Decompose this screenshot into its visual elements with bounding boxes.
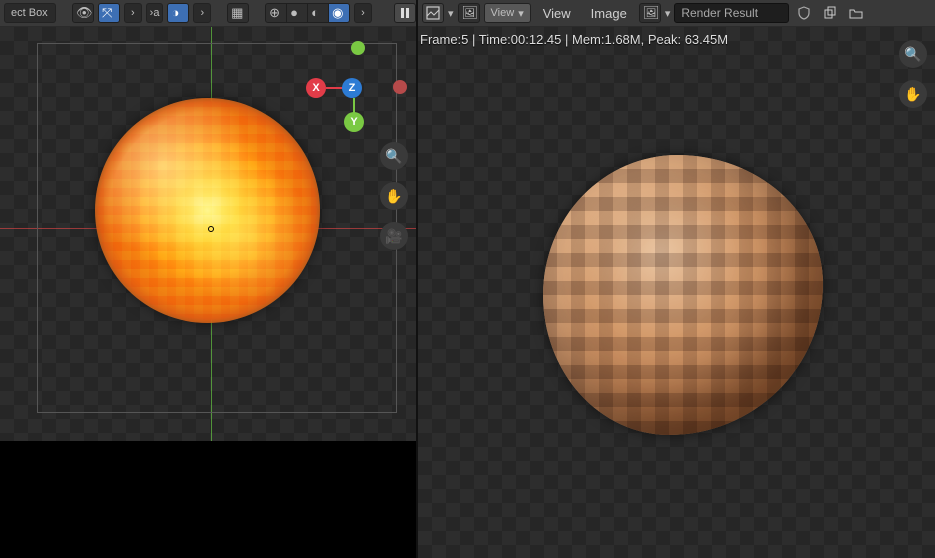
- pan-icon[interactable]: ✋: [899, 80, 927, 108]
- render-info-overlay: Frame:5 | Time:00:12.45 | Mem:1.68M, Pea…: [420, 32, 728, 47]
- browse-image-icon[interactable]: 🖼: [458, 3, 480, 23]
- overlay-chevron[interactable]: ›: [124, 3, 142, 23]
- xray-icon[interactable]: ▦: [227, 3, 249, 23]
- select-mode-dropdown[interactable]: ect Box: [4, 3, 56, 23]
- shading-options-chevron[interactable]: ›: [354, 3, 372, 23]
- menu-view[interactable]: View: [535, 6, 579, 21]
- shading-matprev-icon[interactable]: ◐: [307, 3, 329, 23]
- gizmo-x-axis[interactable]: X: [306, 78, 326, 98]
- gizmo-z-axis[interactable]: Z: [342, 78, 362, 98]
- rendered-object-fire[interactable]: [95, 98, 320, 323]
- axis-dot-red: [393, 80, 407, 94]
- viewport-nav-tools: 🔍 ✋ 🎥: [380, 142, 408, 250]
- linked-image-icon[interactable]: 🖼: [639, 3, 661, 23]
- viewport-header: ect Box 👁 ⤧ › ›a ◑ › ▦ ⊕ ● ◐ ◉ ›: [0, 0, 416, 27]
- overlays-toggle-icon[interactable]: ◑: [167, 3, 189, 23]
- shading-mode-group: ⊕ ● ◐ ◉: [265, 3, 350, 23]
- overlay-chevron-2[interactable]: ›: [193, 3, 211, 23]
- 3d-cursor[interactable]: [208, 226, 214, 232]
- editor-chevron[interactable]: ▾: [448, 7, 454, 20]
- duplicate-icon[interactable]: [819, 3, 841, 23]
- menu-image[interactable]: Image: [583, 6, 635, 21]
- gizmo-y-axis[interactable]: Y: [344, 112, 364, 132]
- zoom-icon[interactable]: 🔍: [380, 142, 408, 170]
- shield-icon[interactable]: [793, 3, 815, 23]
- image-editor-icon: [426, 6, 440, 20]
- viewport-3d-pane: ect Box 👁 ⤧ › ›a ◑ › ▦ ⊕ ● ◐ ◉ ›: [0, 0, 416, 558]
- editor-type-icon[interactable]: [422, 3, 444, 23]
- image-editor-header: ▾ 🖼 View ▾ View Image 🖼 ▾: [418, 0, 935, 27]
- pause-render-button[interactable]: [394, 3, 416, 23]
- shading-rendered-icon[interactable]: ◉: [328, 3, 350, 23]
- camera-icon[interactable]: 🎥: [380, 222, 408, 250]
- axis-dot-green: [351, 41, 365, 55]
- linked-chevron[interactable]: ▾: [665, 7, 671, 20]
- image-nav-tools: 🔍 ✋: [899, 40, 927, 558]
- gizmo-toggle-icon[interactable]: ⤧: [98, 3, 120, 23]
- overlay-label[interactable]: ›a: [146, 3, 164, 23]
- visibility-icon[interactable]: 👁: [72, 3, 94, 23]
- zoom-icon[interactable]: 🔍: [899, 40, 927, 68]
- shading-wire-icon[interactable]: ⊕: [265, 3, 287, 23]
- nav-gizmo[interactable]: X Z Y: [300, 60, 370, 130]
- pan-icon[interactable]: ✋: [380, 182, 408, 210]
- shading-solid-icon[interactable]: ●: [286, 3, 308, 23]
- view-dropdown[interactable]: View ▾: [484, 3, 531, 23]
- pause-icon: [398, 6, 412, 20]
- viewport-bottom-strip: [0, 441, 416, 558]
- view-dropdown-label: View: [491, 7, 515, 19]
- image-editor-pane: ▾ 🖼 View ▾ View Image 🖼 ▾ Frame:5 | Time…: [418, 0, 935, 558]
- image-name-field[interactable]: [674, 3, 789, 23]
- folder-icon[interactable]: [845, 3, 867, 23]
